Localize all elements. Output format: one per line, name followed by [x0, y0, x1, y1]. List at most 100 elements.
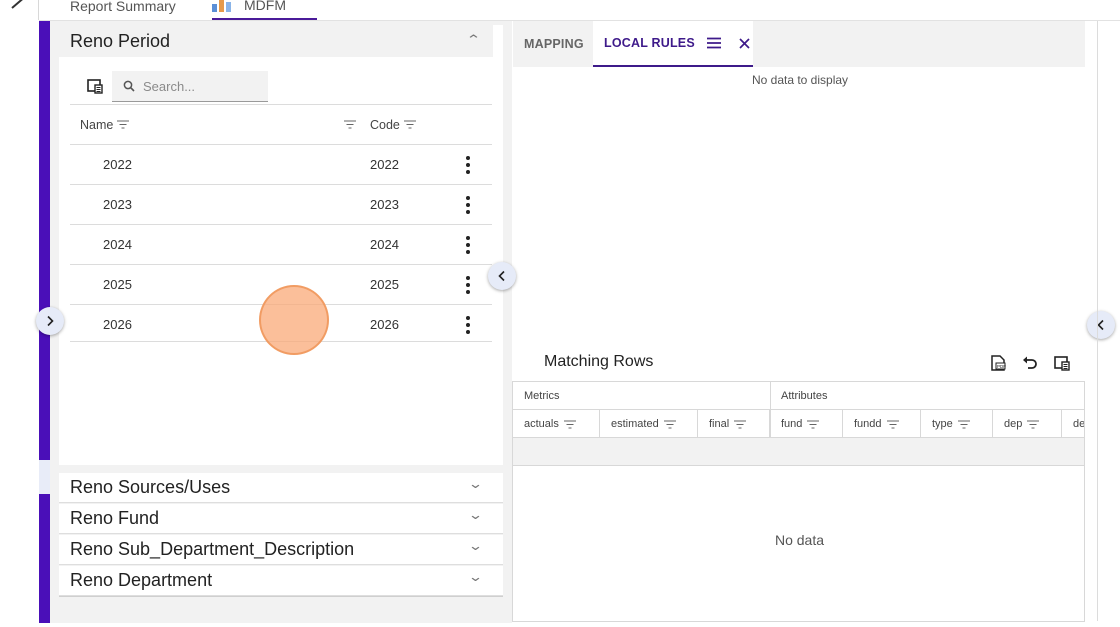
section-reno-department[interactable]: Reno Department ⌄	[59, 566, 503, 596]
filter-icon[interactable]	[957, 419, 970, 429]
column-label: de	[1073, 418, 1085, 430]
matching-rows-grid: Metrics Attributes actuals estimated fin…	[512, 381, 1085, 622]
right-panel-edge	[1097, 21, 1098, 621]
column-label: type	[932, 418, 953, 430]
chevron-down-icon[interactable]: ⌄	[468, 538, 483, 554]
kebab-menu-icon[interactable]	[462, 236, 474, 254]
matching-rows-title: Matching Rows	[544, 353, 654, 370]
section-title: Reno Department	[70, 570, 213, 590]
cell-name: 2022	[103, 157, 132, 172]
search-icon	[123, 80, 135, 92]
column-header-actuals[interactable]: actuals	[513, 410, 600, 438]
cell-code: 2023	[370, 197, 399, 212]
filter-icon[interactable]	[344, 119, 356, 129]
export-icon[interactable]	[86, 77, 104, 95]
grid-column-headers: actuals estimated final fund fundd type …	[513, 410, 1085, 438]
section-reno-sub-department[interactable]: Reno Sub_Department_Description ⌄	[59, 535, 503, 565]
tab-mdfm[interactable]: MDFM	[212, 0, 317, 20]
chevron-down-icon[interactable]: ⌄	[468, 569, 483, 585]
filter-icon[interactable]	[734, 419, 747, 429]
table-row[interactable]: 2024 2024	[70, 224, 492, 264]
collapse-dimension-panel-button[interactable]	[488, 262, 516, 290]
column-label: fundd	[854, 418, 882, 430]
kebab-menu-icon[interactable]	[462, 196, 474, 214]
column-header-estimated[interactable]: estimated	[600, 410, 698, 438]
chevron-down-icon[interactable]: ⌄	[468, 507, 483, 523]
section-title: Reno Sources/Uses	[70, 477, 231, 497]
column-label: final	[709, 418, 730, 430]
cell-name: 2023	[103, 197, 132, 212]
undo-icon[interactable]	[1021, 354, 1039, 372]
column-header-de[interactable]: de	[1062, 410, 1085, 438]
filter-icon[interactable]	[886, 419, 899, 429]
filter-icon[interactable]	[807, 419, 820, 429]
grid-filter-row[interactable]	[513, 438, 1084, 466]
cell-code: 2026	[370, 317, 399, 332]
tab-report-summary[interactable]: Report Summary	[70, 0, 176, 20]
chevron-up-icon[interactable]: ⌃	[466, 32, 481, 48]
kebab-menu-icon[interactable]	[462, 156, 474, 174]
column-header-final[interactable]: final	[698, 410, 770, 438]
section-reno-fund[interactable]: Reno Fund ⌄	[59, 504, 503, 534]
column-header-type[interactable]: type	[921, 410, 993, 438]
filter-icon[interactable]	[1027, 419, 1040, 429]
column-header-code[interactable]: Code	[370, 118, 416, 132]
tab-report-summary-label: Report Summary	[70, 0, 176, 14]
section-reno-sources-uses[interactable]: Reno Sources/Uses ⌄	[59, 473, 503, 503]
side-rail-gap	[39, 460, 50, 494]
expand-diagonal-icon[interactable]	[10, 0, 30, 10]
column-header-name[interactable]: Name	[80, 117, 130, 132]
rules-tabbar: MAPPING LOCAL RULES	[513, 21, 1085, 67]
column-header-fundd[interactable]: fundd	[843, 410, 921, 438]
table-row[interactable]: 2023 2023	[70, 184, 492, 224]
svg-text:PDF: PDF	[997, 364, 1006, 369]
section-title: Reno Sub_Department_Description	[70, 539, 355, 559]
filter-icon[interactable]	[663, 419, 676, 429]
filter-icon[interactable]	[403, 120, 416, 129]
tab-local-rules-label: LOCAL RULES	[604, 36, 695, 50]
column-header-fund[interactable]: fund	[770, 410, 843, 438]
tab-mapping[interactable]: MAPPING	[524, 21, 584, 67]
table-header-row: Name Code	[70, 104, 492, 144]
column-header-code-label: Code	[370, 117, 400, 132]
export-icon[interactable]	[1053, 354, 1071, 372]
kebab-menu-icon[interactable]	[462, 316, 474, 334]
period-section-header[interactable]: Reno Period ⌃	[59, 25, 493, 57]
chevron-down-icon[interactable]: ⌄	[468, 476, 483, 492]
period-toolbar	[70, 70, 270, 102]
column-header-name-label: Name	[80, 117, 114, 132]
table-row[interactable]: 2022 2022	[70, 144, 492, 184]
panel-bottom-border	[59, 596, 503, 597]
search-input[interactable]	[143, 78, 253, 94]
period-section-title: Reno Period	[70, 30, 171, 51]
close-icon[interactable]	[739, 37, 750, 49]
column-header-dep[interactable]: dep	[993, 410, 1062, 438]
expand-left-panel-button[interactable]	[36, 307, 64, 335]
tab-mapping-label: MAPPING	[524, 37, 584, 51]
cell-name: 2024	[103, 237, 132, 252]
search-field[interactable]	[112, 71, 268, 102]
group-header-metrics: Metrics	[524, 390, 560, 402]
cell-name: 2026	[103, 317, 132, 332]
filter-icon[interactable]	[563, 419, 576, 429]
kebab-menu-icon[interactable]	[462, 276, 474, 294]
section-title: Reno Fund	[70, 508, 160, 528]
column-label: fund	[781, 418, 803, 430]
tab-local-rules[interactable]: LOCAL RULES	[593, 21, 753, 67]
grid-empty-message: No data	[774, 532, 825, 548]
cell-code: 2024	[370, 237, 399, 252]
grid-group-header: Metrics Attributes	[513, 382, 1084, 410]
rules-empty-message: No data to display	[751, 73, 849, 87]
chevron-right-icon	[47, 315, 54, 327]
name-column-filter[interactable]	[344, 118, 356, 132]
menu-icon[interactable]	[706, 37, 721, 49]
pdf-export-icon[interactable]: PDF	[989, 354, 1007, 372]
cell-code: 2025	[370, 277, 399, 292]
column-label: dep	[1004, 418, 1023, 430]
column-label: estimated	[611, 418, 659, 430]
click-indicator	[259, 285, 329, 355]
filter-icon[interactable]	[117, 120, 130, 129]
expand-right-panel-button[interactable]	[1087, 311, 1115, 339]
chevron-left-icon	[498, 270, 505, 282]
top-divider	[38, 0, 39, 20]
